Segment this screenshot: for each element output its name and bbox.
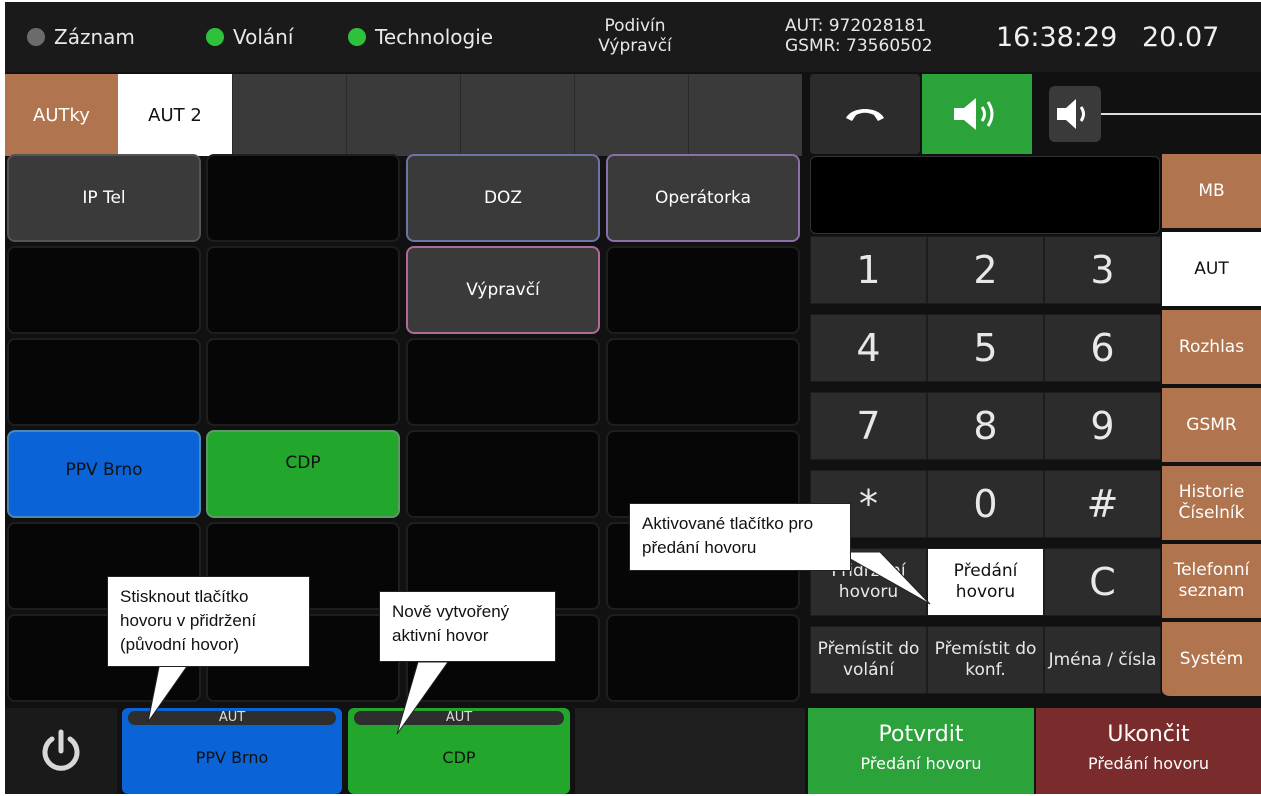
- volume-icon: [1057, 99, 1085, 129]
- speed-dial-empty[interactable]: [606, 338, 800, 426]
- speed-dial-empty[interactable]: [606, 246, 800, 334]
- menu-rozhlas[interactable]: Rozhlas: [1162, 310, 1261, 386]
- indicator-label: Volání: [233, 25, 294, 49]
- call-slot-label: PPV Brno: [195, 748, 269, 767]
- hangup-button[interactable]: [810, 74, 920, 154]
- speed-dial-cdp[interactable]: CDP: [206, 430, 400, 518]
- confirm-sublabel: Předání hovoru: [860, 754, 982, 773]
- station-role: Výpravčí: [598, 36, 672, 56]
- call-slot-empty[interactable]: [575, 708, 805, 794]
- tab-aut-2[interactable]: AUT 2: [118, 74, 232, 156]
- key-9[interactable]: 9: [1044, 392, 1161, 460]
- menu-telefonni-seznam[interactable]: Telefonní seznam: [1162, 544, 1261, 620]
- key-3[interactable]: 3: [1044, 236, 1161, 304]
- power-button[interactable]: [5, 708, 117, 794]
- status-bar: Záznam Volání Technologie Podivín Výprav…: [5, 2, 1261, 72]
- callout-new-call: Nově vytvořený aktivní hovor: [379, 591, 556, 662]
- volume-button[interactable]: [1049, 86, 1101, 142]
- speed-dial-empty[interactable]: [7, 246, 201, 334]
- aut-number: AUT: 972028181: [785, 16, 927, 36]
- end-sublabel: Předání hovoru: [1088, 754, 1209, 773]
- clear-button[interactable]: C: [1044, 548, 1161, 616]
- speed-dial-doz[interactable]: DOZ: [406, 154, 600, 242]
- station-name: Podivín: [604, 16, 666, 36]
- menu-system[interactable]: Systém: [1162, 622, 1261, 698]
- callout-active-transfer: Aktivované tlačítko pro předání hovoru: [629, 503, 851, 571]
- call-slot-ppv-brno[interactable]: AUT PPV Brno: [122, 708, 342, 794]
- numbers-info: AUT: 972028181 GSMR: 73560502: [785, 16, 955, 56]
- speed-dial-empty[interactable]: [206, 154, 400, 242]
- number-display: [810, 156, 1160, 234]
- speed-dial-label: PPV Brno: [65, 460, 143, 480]
- key-4[interactable]: 4: [810, 314, 927, 382]
- volume-control[interactable]: [1045, 74, 1261, 154]
- indicator-label: Technologie: [375, 25, 494, 49]
- hangup-icon: [846, 109, 884, 121]
- gsmr-number: GSMR: 73560502: [785, 36, 933, 56]
- call-slot-tag: AUT: [128, 711, 336, 725]
- clock-time: 16:38:29: [996, 22, 1118, 53]
- speed-dial-vypravci[interactable]: Výpravčí: [406, 246, 600, 334]
- key-5[interactable]: 5: [927, 314, 1044, 382]
- transfer-call-button[interactable]: Předání hovoru: [927, 548, 1044, 616]
- speed-dial-empty[interactable]: [206, 246, 400, 334]
- key-hash[interactable]: #: [1044, 470, 1161, 538]
- menu-gsmr[interactable]: GSMR: [1162, 388, 1261, 464]
- speed-dial-operatorka[interactable]: Operátorka: [606, 154, 800, 242]
- key-8[interactable]: 8: [927, 392, 1044, 460]
- tab-empty[interactable]: [346, 74, 460, 156]
- tab-empty[interactable]: [232, 74, 346, 156]
- volume-slider-track[interactable]: [1101, 113, 1261, 115]
- move-to-conference-button[interactable]: Přemístit do konf.: [927, 626, 1044, 694]
- tab-empty[interactable]: [574, 74, 688, 156]
- speed-dial-empty[interactable]: [406, 338, 600, 426]
- indicator-technologie: Technologie: [348, 24, 493, 50]
- names-numbers-button[interactable]: Jména / čísla: [1044, 626, 1161, 694]
- speed-dial-ppv-brno[interactable]: PPV Brno: [7, 430, 201, 518]
- end-transfer-button[interactable]: Ukončit Předání hovoru: [1036, 708, 1261, 794]
- indicator-zaznam: Záznam: [27, 24, 135, 50]
- menu-mb[interactable]: MB: [1162, 154, 1261, 230]
- confirm-label: Potvrdit: [878, 722, 964, 747]
- move-to-call-button[interactable]: Přemístit do volání: [810, 626, 927, 694]
- power-icon: [42, 729, 80, 771]
- call-slot-cdp[interactable]: AUT CDP: [348, 708, 570, 794]
- speed-dial-empty[interactable]: [406, 430, 600, 518]
- call-slot-label: CDP: [442, 748, 476, 767]
- speaker-icon: [954, 98, 994, 130]
- indicator-label: Záznam: [54, 25, 135, 49]
- key-2[interactable]: 2: [927, 236, 1044, 304]
- speed-dial-empty[interactable]: [606, 614, 800, 702]
- key-6[interactable]: 6: [1044, 314, 1161, 382]
- speed-dial-label: CDP: [285, 453, 321, 473]
- technologie-status-icon: [348, 28, 366, 46]
- indicator-volani: Volání: [206, 24, 293, 50]
- end-label: Ukončit: [1107, 722, 1190, 747]
- key-1[interactable]: 1: [810, 236, 927, 304]
- call-slot-tag: AUT: [354, 711, 564, 725]
- dispatcher-screen: Záznam Volání Technologie Podivín Výprav…: [5, 2, 1261, 794]
- speed-dial-empty[interactable]: [206, 338, 400, 426]
- key-7[interactable]: 7: [810, 392, 927, 460]
- tab-autky[interactable]: AUTky: [5, 74, 118, 156]
- speed-dial-empty[interactable]: [7, 338, 201, 426]
- key-0[interactable]: 0: [927, 470, 1044, 538]
- station-info: Podivín Výpravčí: [565, 16, 705, 56]
- speaker-button[interactable]: [922, 74, 1032, 154]
- confirm-transfer-button[interactable]: Potvrdit Předání hovoru: [808, 708, 1034, 794]
- volani-status-icon: [206, 28, 224, 46]
- speed-dial-ip-tel[interactable]: IP Tel: [7, 154, 201, 242]
- zaznam-status-icon: [27, 28, 45, 46]
- tab-empty[interactable]: [688, 74, 802, 156]
- clock-date: 20.07: [1142, 22, 1220, 53]
- callout-press-hold: Stisknout tlačítko hovoru v přidržení (p…: [107, 576, 310, 667]
- menu-historie-ciselnik[interactable]: Historie Číselník: [1162, 466, 1261, 542]
- menu-aut[interactable]: AUT: [1162, 232, 1261, 308]
- tab-empty[interactable]: [460, 74, 574, 156]
